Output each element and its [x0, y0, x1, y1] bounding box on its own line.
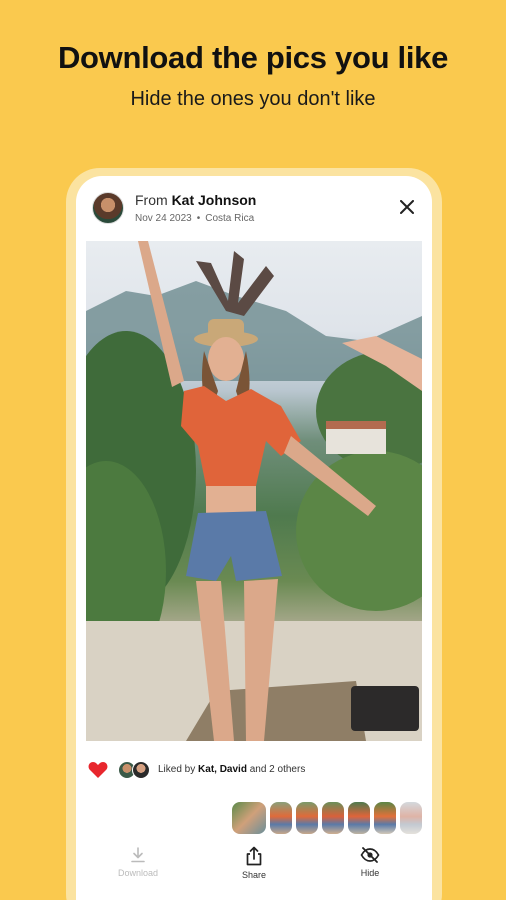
thumbnail[interactable]	[296, 802, 318, 834]
share-label: Share	[241, 870, 267, 880]
post-meta: Nov 24 2023 • Costa Rica	[135, 213, 254, 224]
liked-by-suffix: and 2 others	[249, 764, 306, 775]
thumbnail[interactable]	[374, 802, 396, 834]
sender-avatar[interactable]	[92, 192, 124, 224]
bottom-toolbar: Download Share Hide	[76, 846, 432, 896]
meta-separator: •	[196, 213, 201, 224]
photo-illustration	[86, 241, 422, 741]
thumbnail[interactable]	[348, 802, 370, 834]
main-photo[interactable]	[86, 241, 422, 741]
liked-by-prefix: Liked by	[158, 764, 196, 775]
download-button[interactable]: Download	[108, 846, 168, 878]
from-prefix: From	[135, 192, 168, 208]
thumbnail[interactable]	[400, 802, 422, 834]
share-icon	[246, 846, 262, 866]
subline: Hide the ones you don't like	[130, 88, 376, 110]
phone-frame: From Kat Johnson Nov 24 2023 • Costa Rica	[66, 168, 442, 900]
sender-name[interactable]: Kat Johnson	[172, 192, 257, 208]
photo-thumbnail-strip	[232, 802, 422, 834]
post-date: Nov 24 2023	[135, 213, 192, 224]
share-button[interactable]: Share	[224, 846, 284, 880]
liker-avatar-2	[132, 761, 150, 779]
post-header: From Kat Johnson Nov 24 2023 • Costa Rica	[76, 176, 432, 242]
heart-icon[interactable]	[88, 761, 108, 779]
hide-button[interactable]: Hide	[340, 846, 400, 878]
phone-screen: From Kat Johnson Nov 24 2023 • Costa Rica	[76, 176, 432, 900]
thumbnail[interactable]	[232, 802, 266, 834]
close-icon	[400, 200, 414, 214]
post-location: Costa Rica	[205, 213, 255, 224]
close-button[interactable]	[394, 194, 420, 220]
liked-by-text[interactable]: Liked by Kat, David and 2 others	[158, 764, 305, 775]
thumbnail[interactable]	[270, 802, 292, 834]
thumbnail[interactable]	[322, 802, 344, 834]
download-icon	[131, 847, 145, 863]
download-label: Download	[117, 868, 159, 878]
hide-eye-icon	[360, 847, 380, 863]
from-line: From Kat Johnson	[135, 192, 256, 208]
liked-by-names: Kat, David	[198, 764, 247, 775]
likes-row: Liked by Kat, David and 2 others	[76, 759, 432, 783]
headline: Download the pics you like	[57, 40, 449, 75]
hide-label: Hide	[360, 868, 380, 878]
